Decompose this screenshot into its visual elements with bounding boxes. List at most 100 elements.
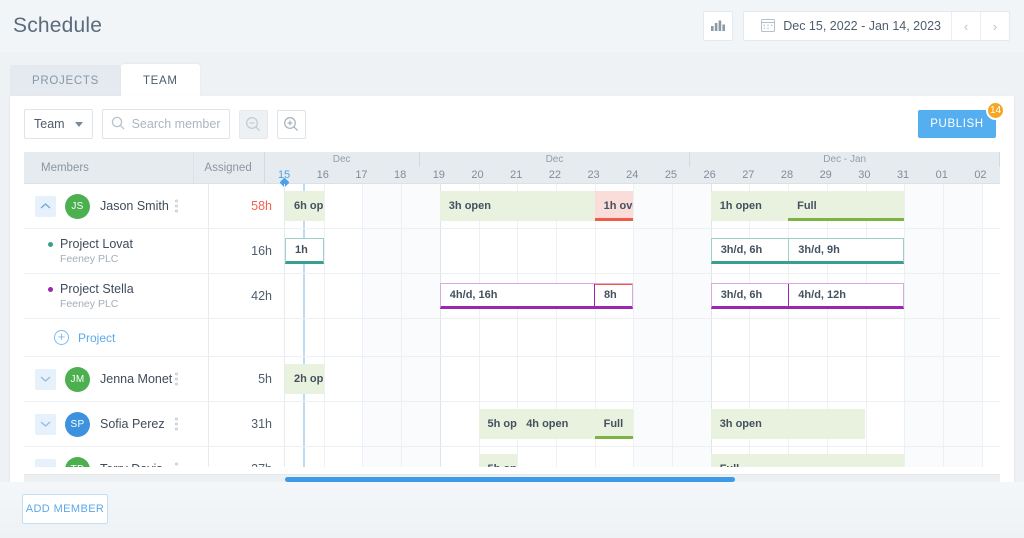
assigned-hours: 31h xyxy=(209,402,285,446)
availability-bar[interactable]: 5h op... xyxy=(478,454,518,467)
day-header-21[interactable]: 21 xyxy=(497,167,536,183)
availability-bar[interactable]: Full xyxy=(788,191,905,221)
publish-button[interactable]: PUBLISH xyxy=(918,110,996,138)
availability-bar[interactable]: 4h open xyxy=(517,409,595,439)
gridline xyxy=(672,184,673,228)
gridline xyxy=(826,357,828,401)
day-header-02[interactable]: 02 xyxy=(961,167,1000,183)
allocation-segment[interactable]: 1h xyxy=(286,239,323,261)
allocation-segment[interactable]: 3h/d, 6h xyxy=(712,284,789,306)
avatar[interactable]: SP xyxy=(65,411,90,437)
day-header-19[interactable]: 19 xyxy=(419,167,458,183)
avatar[interactable]: JS xyxy=(65,193,90,219)
project-row[interactable]: Project Stella Feeney PLC 42h 4h/d, 16h 8h 3h… xyxy=(24,274,1000,319)
allocation-label: 4h/d, 12h xyxy=(798,289,846,301)
allocation-segment[interactable]: 8h xyxy=(593,284,633,306)
grid-body[interactable]: JS Jason Smith 58h 6h op... 3h open 1h over 1h… xyxy=(24,184,1000,467)
allocation-segment[interactable]: 3h/d, 6h xyxy=(712,239,789,261)
availability-bar[interactable]: 6h op... xyxy=(285,191,324,221)
row-menu-icon[interactable] xyxy=(175,417,178,431)
day-header-17[interactable]: 17 xyxy=(342,167,381,183)
allocation-segment[interactable]: 4h/d, 12h xyxy=(788,284,903,306)
day-gridlines xyxy=(285,357,1000,401)
day-header-25[interactable]: 25 xyxy=(652,167,691,183)
timeline-cell[interactable] xyxy=(285,319,1000,356)
day-header-18[interactable]: 18 xyxy=(381,167,420,183)
member-row[interactable]: TD Terry Davis 37h 5h op... Full xyxy=(24,447,1000,467)
date-range-display[interactable]: Dec 15, 2022 - Jan 14, 2023 xyxy=(744,12,951,40)
zoom-out-icon[interactable] xyxy=(238,109,268,139)
timeline-cell[interactable]: 5h op... 4h open Full 3h open xyxy=(285,402,1000,446)
allocation-bar[interactable]: 3h/d, 6h 3h/d, 9h xyxy=(710,238,905,264)
availability-bar[interactable]: Full xyxy=(594,409,634,439)
next-period-button[interactable]: › xyxy=(980,12,1009,40)
timeline-cell[interactable]: 5h op... Full xyxy=(285,447,1000,467)
availability-bar[interactable]: 1h over xyxy=(594,191,634,221)
tab-bar: PROJECTS TEAM xyxy=(10,64,200,97)
day-header-23[interactable]: 23 xyxy=(574,167,613,183)
bar-chart-icon[interactable] xyxy=(703,11,734,41)
chevron-down-icon[interactable] xyxy=(35,413,56,435)
search-members-box[interactable] xyxy=(101,109,230,139)
day-header-29[interactable]: 29 xyxy=(806,167,845,183)
chevron-down-icon[interactable] xyxy=(35,368,56,390)
chevron-up-icon[interactable] xyxy=(35,195,56,217)
allocation-bar[interactable]: 4h/d, 16h 8h xyxy=(439,283,634,309)
row-menu-icon[interactable] xyxy=(175,199,178,213)
row-menu-icon[interactable] xyxy=(175,462,178,468)
horizontal-scrollbar[interactable] xyxy=(24,474,1000,482)
member-row[interactable]: JM Jenna Monet 5h 2h op... xyxy=(24,357,1000,402)
tab-team[interactable]: TEAM xyxy=(120,64,200,97)
day-header-22[interactable]: 22 xyxy=(536,167,575,183)
team-filter-dropdown[interactable]: Team xyxy=(24,109,93,139)
add-project-row[interactable]: + Project xyxy=(24,319,1000,357)
availability-bar[interactable]: Full xyxy=(710,454,905,467)
availability-bar[interactable]: 5h op... xyxy=(478,409,518,439)
availability-bar[interactable]: 2h op... xyxy=(285,364,324,394)
publish-badge: 14 xyxy=(986,101,1005,120)
allocation-segment[interactable]: 4h/d, 16h xyxy=(441,284,594,306)
timeline-cell[interactable]: 6h op... 3h open 1h over 1h open Full xyxy=(285,184,1000,228)
gridline xyxy=(323,357,325,401)
timeline-header: Dec Dec Dec - Jan 15 16 17 18 19 20 21 22 23 24 25 26… xyxy=(265,152,1000,188)
day-header-26[interactable]: 26 xyxy=(690,167,729,183)
gridline xyxy=(942,184,944,228)
allocation-label: 8h xyxy=(603,289,617,301)
avatar[interactable]: TD xyxy=(65,456,90,467)
weekend-shade xyxy=(362,229,402,273)
weekend-shade xyxy=(672,274,711,318)
day-header-30[interactable]: 30 xyxy=(845,167,884,183)
row-menu-icon[interactable] xyxy=(175,372,178,386)
allocation-segment[interactable]: 3h/d, 9h xyxy=(788,239,903,261)
add-project-button[interactable]: + Project xyxy=(54,330,115,345)
availability-bar[interactable]: 1h open xyxy=(710,191,789,221)
day-row: 15 16 17 18 19 20 21 22 23 24 25 26 27 28 29 30 31 01 02 xyxy=(265,167,1000,183)
add-member-button[interactable]: ADD MEMBER xyxy=(22,494,108,524)
day-header-16[interactable]: 16 xyxy=(303,167,342,183)
project-row[interactable]: Project Lovat Feeney PLC 16h 1h 3h/d, 6h 3h/d… xyxy=(24,229,1000,274)
weekend-shade xyxy=(401,229,440,273)
timeline-cell[interactable]: 1h 3h/d, 6h 3h/d, 9h xyxy=(285,229,1000,273)
allocation-bar[interactable]: 3h/d, 6h 4h/d, 12h xyxy=(710,283,905,309)
timeline-cell[interactable]: 2h op... xyxy=(285,357,1000,401)
allocation-bar[interactable]: 1h xyxy=(285,238,324,264)
availability-bar[interactable]: 3h open xyxy=(439,191,595,221)
column-header-members: Members xyxy=(24,152,195,183)
member-row[interactable]: SP Sofia Perez 31h 5h op... 4h open Full 3h op… xyxy=(24,402,1000,447)
avatar[interactable]: JM xyxy=(65,366,90,392)
date-range-picker[interactable]: Dec 15, 2022 - Jan 14, 2023 ‹ › xyxy=(743,11,1010,41)
zoom-in-icon[interactable] xyxy=(276,109,306,139)
prev-period-button[interactable]: ‹ xyxy=(951,12,980,40)
day-header-24[interactable]: 24 xyxy=(613,167,652,183)
day-header-20[interactable]: 20 xyxy=(458,167,497,183)
day-header-28[interactable]: 28 xyxy=(768,167,807,183)
search-input[interactable] xyxy=(131,117,221,131)
day-header-27[interactable]: 27 xyxy=(729,167,768,183)
tab-projects[interactable]: PROJECTS xyxy=(10,65,121,97)
member-row[interactable]: JS Jason Smith 58h 6h op... 3h open 1h over 1h… xyxy=(24,184,1000,229)
chevron-down-icon[interactable] xyxy=(35,458,56,467)
day-header-31[interactable]: 31 xyxy=(884,167,923,183)
availability-bar[interactable]: 3h open xyxy=(710,409,866,439)
timeline-cell[interactable]: 4h/d, 16h 8h 3h/d, 6h 4h/d, 12h xyxy=(285,274,1000,318)
day-header-01[interactable]: 01 xyxy=(922,167,961,183)
